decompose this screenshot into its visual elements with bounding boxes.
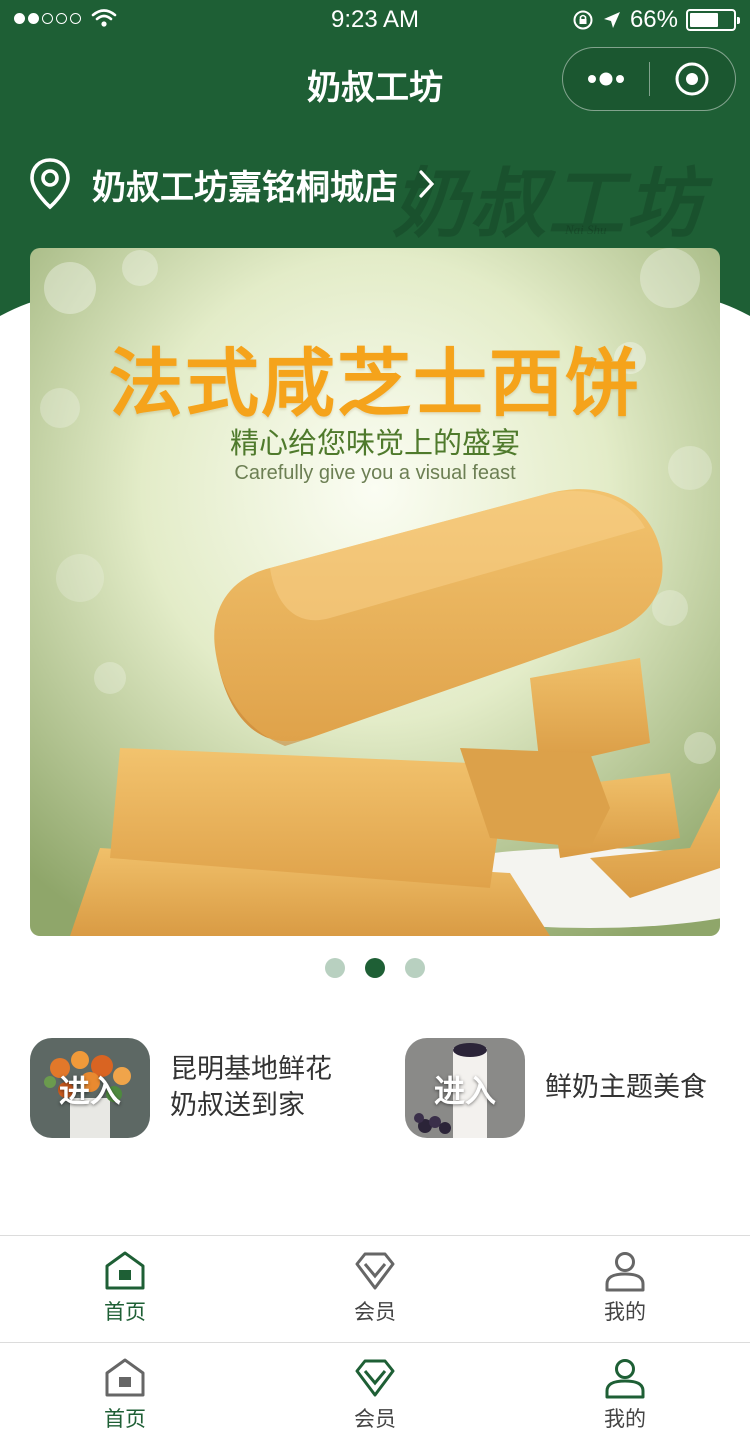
entry-milk-text: 鲜奶主题美食: [545, 1070, 707, 1106]
diamond-icon: [355, 1252, 395, 1290]
tab-member-2[interactable]: 会员: [250, 1343, 500, 1441]
entry-milk-line1: 鲜奶主题美食: [545, 1072, 707, 1103]
diamond-icon: [355, 1359, 395, 1397]
carousel-dot[interactable]: [365, 958, 385, 978]
banner-subtitle-en: Carefully give you a visual feast: [234, 462, 516, 484]
location-pin-icon: [30, 158, 70, 210]
user-icon: [605, 1252, 645, 1292]
carousel-dot[interactable]: [325, 958, 345, 978]
battery-level: [690, 13, 718, 27]
store-name: 奶叔工坊嘉铭桐城店: [92, 167, 398, 208]
entry-flowers[interactable]: 进入 昆明基地鲜花 奶叔送到家: [30, 1038, 332, 1138]
tab-profile-2-label: 我的: [604, 1407, 646, 1431]
tab-bar-lower: 首页 会员 我的: [0, 1342, 750, 1441]
rotation-lock-icon: [573, 10, 593, 30]
tab-member-label: 会员: [354, 1300, 396, 1324]
home-icon: [105, 1358, 145, 1397]
tab-profile-2[interactable]: 我的: [500, 1343, 750, 1441]
tab-member[interactable]: 会员: [250, 1236, 500, 1341]
tab-home-2-label: 首页: [104, 1407, 146, 1431]
status-bar: 9:23 AM 66%: [0, 0, 750, 40]
entry-milk-food[interactable]: 进入 鲜奶主题美食: [405, 1038, 707, 1138]
more-dots-icon: [587, 72, 624, 86]
banner-subtitle: 精心给您味觉上的盛宴: [229, 426, 520, 460]
tab-home[interactable]: 首页: [0, 1236, 250, 1341]
tab-home-2[interactable]: 首页: [0, 1343, 250, 1441]
user-icon: [605, 1359, 645, 1399]
entry-flowers-thumb: 进入: [30, 1038, 150, 1138]
mini-program-capsule: [562, 47, 736, 111]
status-right: 66%: [572, 6, 740, 34]
more-button[interactable]: [563, 48, 649, 110]
enter-badge: 进入: [434, 1073, 496, 1110]
store-selector[interactable]: 奶叔工坊嘉铭桐城店: [28, 156, 436, 212]
target-circle-icon: [675, 62, 709, 96]
entry-milk-thumb: 进入: [405, 1038, 525, 1138]
chevron-right-icon: [419, 170, 435, 198]
entry-flowers-line1: 昆明基地鲜花: [170, 1054, 332, 1085]
brand-watermark: 奶叔工坊: [392, 159, 704, 248]
location-arrow-icon: [603, 12, 620, 28]
enter-badge: 进入: [59, 1073, 121, 1110]
tab-profile[interactable]: 我的: [500, 1236, 750, 1341]
banner-title: 法式咸芝士西饼: [109, 341, 641, 427]
carousel-dot[interactable]: [405, 958, 425, 978]
promo-banner[interactable]: 法式咸芝士西饼 精心给您味觉上的盛宴 Carefully give you a …: [30, 248, 720, 936]
brand-watermark-sub: Nai Shu: [565, 222, 607, 237]
entry-flowers-line2: 奶叔送到家: [170, 1090, 305, 1121]
tab-bar-upper: 首页 会员 我的: [0, 1235, 750, 1341]
tab-profile-label: 我的: [604, 1300, 646, 1324]
close-button[interactable]: [650, 48, 736, 110]
tab-home-label: 首页: [104, 1300, 146, 1324]
home-icon: [105, 1251, 145, 1290]
battery-percent: 66%: [629, 6, 678, 33]
tab-member-2-label: 会员: [354, 1407, 396, 1431]
carousel-indicator: [0, 958, 750, 978]
battery-icon: [686, 9, 740, 31]
entry-flowers-text: 昆明基地鲜花 奶叔送到家: [170, 1052, 332, 1124]
